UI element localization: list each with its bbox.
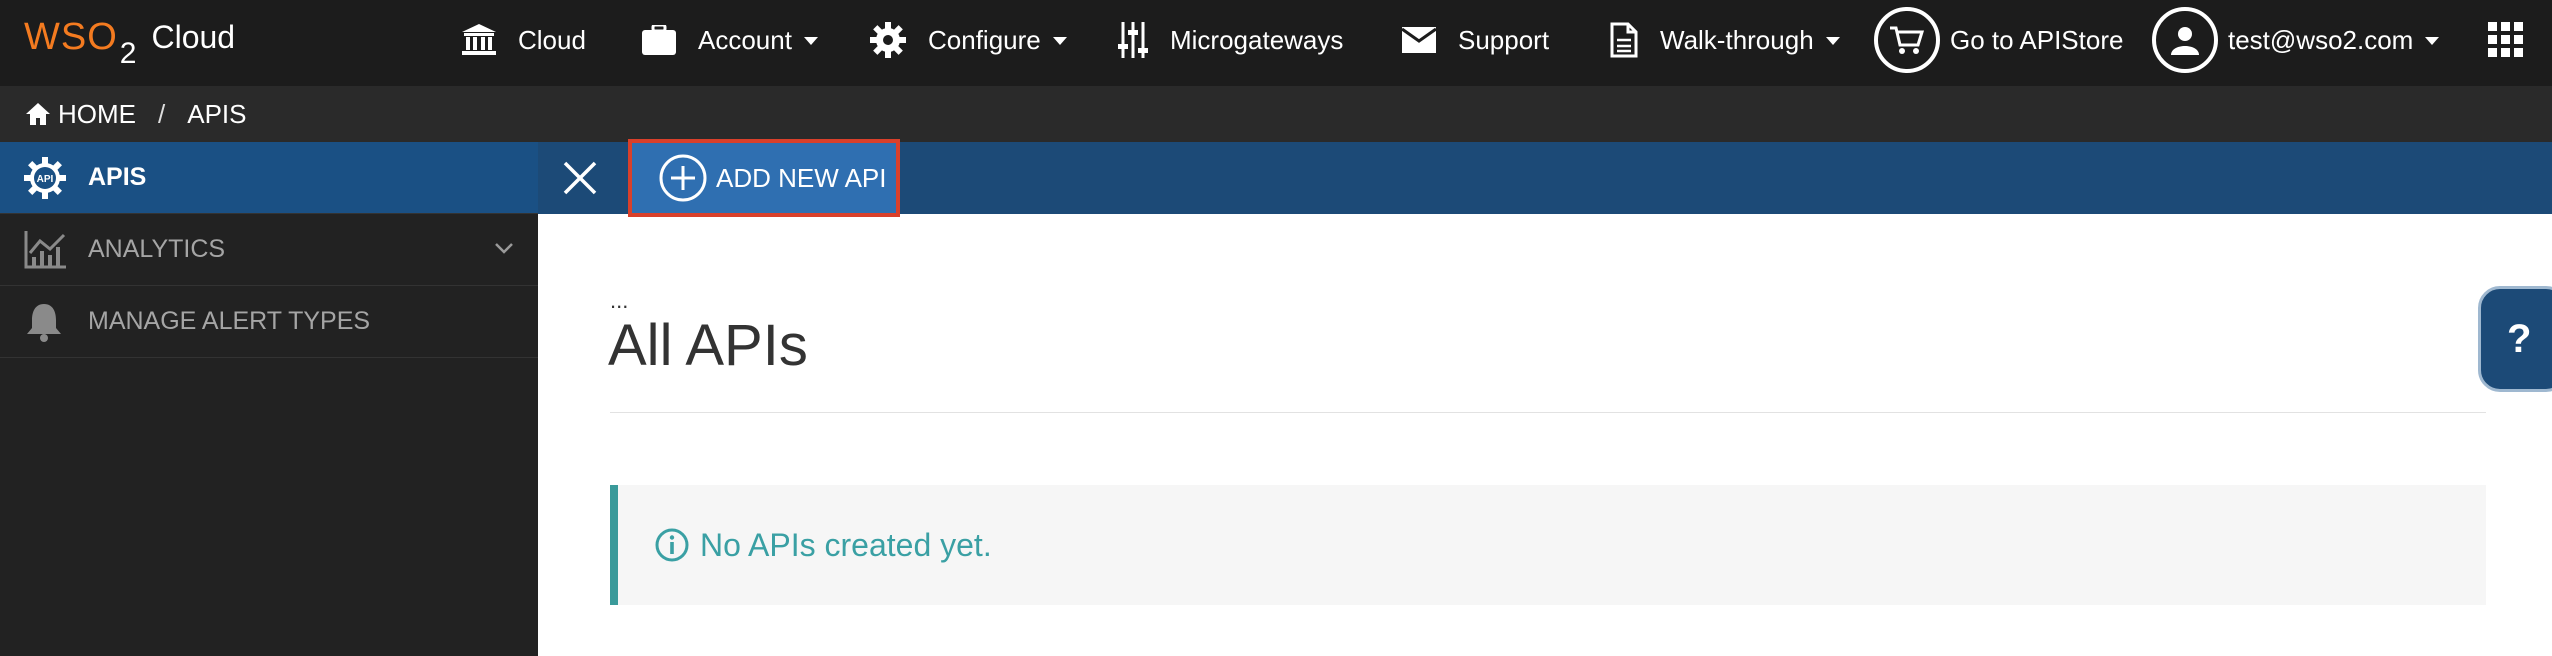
nav-walkthrough[interactable]: Walk-through <box>1610 0 1840 80</box>
breadcrumb-current: APIS <box>187 98 247 129</box>
user-caret-icon <box>2425 37 2440 45</box>
title-divider <box>610 412 2486 413</box>
sidebar-item-manage-alert-types-label: MANAGE ALERT TYPES <box>88 307 371 335</box>
breadcrumb-separator: / <box>158 98 166 129</box>
nav-cloud[interactable]: Cloud <box>462 0 586 80</box>
nav-account-label: Account <box>698 24 792 55</box>
info-circle-icon <box>655 528 689 562</box>
nav-account[interactable]: Account <box>642 0 818 80</box>
envelope-icon <box>1402 27 1436 53</box>
bank-icon <box>462 24 496 55</box>
nav-apistore-label: Go to APIStore <box>1950 24 2124 55</box>
sidebar-item-manage-alert-types[interactable]: MANAGE ALERT TYPES <box>0 286 538 358</box>
nav-user-label: test@wso2.com <box>2228 24 2414 55</box>
bell-icon <box>27 303 61 342</box>
empty-state-message: No APIs created yet. <box>700 526 992 563</box>
nav-go-to-apistore[interactable]: Go to APIStore <box>1874 0 2123 80</box>
briefcase-icon <box>642 25 676 55</box>
svg-text:API: API <box>37 174 54 185</box>
user-avatar-icon <box>2152 7 2218 73</box>
cart-icon <box>1874 7 1940 73</box>
sliders-icon <box>1118 22 1148 58</box>
empty-state-notice: No APIs created yet. <box>610 485 2486 605</box>
chevron-down-icon[interactable] <box>494 242 514 256</box>
nav-support[interactable]: Support <box>1402 0 1549 80</box>
add-new-api-label: ADD NEW API <box>716 162 887 193</box>
close-icon[interactable] <box>562 160 598 196</box>
sidebar: API APIS ANALYTICS MANAGE ALERT TYPES <box>0 142 538 656</box>
nav-user-menu[interactable]: test@wso2.com <box>2152 0 2440 80</box>
nav-configure[interactable]: Configure <box>870 0 1067 80</box>
add-new-api-button[interactable]: ADD NEW API <box>628 139 900 217</box>
sidebar-item-analytics-label: ANALYTICS <box>88 235 226 263</box>
nav-microgateways[interactable]: Microgateways <box>1118 0 1343 80</box>
logo-cloud-text: Cloud <box>151 19 236 55</box>
plus-circle-icon <box>659 154 707 202</box>
home-icon <box>26 103 50 125</box>
page-title: All APIs <box>608 313 808 378</box>
nav-walkthrough-label: Walk-through <box>1660 24 1814 55</box>
help-tab-button[interactable]: ? <box>2478 286 2552 392</box>
wso2-cloud-logo[interactable]: WSO2 Cloud <box>24 12 235 72</box>
breadcrumb-home[interactable]: HOME <box>58 99 136 130</box>
help-question-icon: ? <box>2507 316 2532 361</box>
gear-icon <box>870 22 906 58</box>
apps-grid-icon[interactable] <box>2488 22 2524 58</box>
sidebar-item-analytics[interactable]: ANALYTICS <box>0 214 538 286</box>
analytics-chart-icon <box>24 230 66 268</box>
document-icon <box>1610 22 1638 58</box>
walkthrough-caret-icon <box>1825 37 1840 45</box>
nav-support-label: Support <box>1458 24 1550 55</box>
breadcrumb: HOME / APIS <box>0 86 2552 142</box>
nav-cloud-label: Cloud <box>518 24 586 55</box>
title-dots: ... <box>610 288 629 313</box>
api-gear-icon: API <box>24 156 66 199</box>
account-caret-icon <box>803 37 818 45</box>
configure-caret-icon <box>1052 37 1067 45</box>
nav-microgateways-label: Microgateways <box>1170 24 1344 55</box>
sidebar-item-apis[interactable]: API APIS <box>0 142 538 214</box>
sidebar-item-apis-label: APIS <box>88 163 147 191</box>
top-navigation-bar: WSO2 Cloud Cloud Account Configure Micro… <box>0 0 2552 86</box>
logo-wso: WSO2 <box>24 16 138 70</box>
nav-configure-label: Configure <box>928 24 1041 55</box>
